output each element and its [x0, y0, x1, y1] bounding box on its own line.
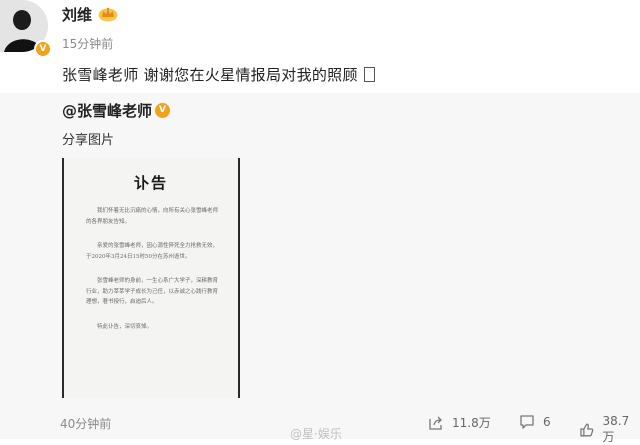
repost-username[interactable]: @张雪峰老师: [62, 100, 152, 121]
obituary-paragraph: 亲爱的张雪峰老师，因心源性猝死全力抢救无效，于2020年3月24日15时50分在…: [86, 241, 218, 262]
repost-card[interactable]: @张雪峰老师 V 分享图片 讣告 我们怀着无比沉痛的心情，向所有关心张雪峰老师的…: [0, 93, 640, 439]
repost-text: 分享图片: [62, 129, 114, 148]
like-count: 38.7万: [603, 414, 640, 445]
verified-badge-icon: V: [34, 40, 52, 58]
repost-image-obituary[interactable]: 讣告 我们怀着无比沉痛的心情，向所有关心张雪峰老师的各界朋友告知。 亲爱的张雪峰…: [62, 158, 240, 398]
obituary-paragraph: 特此讣告，深切哀悼。: [86, 322, 218, 333]
share-button[interactable]: 11.8万: [428, 414, 491, 431]
comment-count: 6: [543, 415, 551, 429]
obituary-title: 讣告: [64, 172, 238, 193]
share-count: 11.8万: [452, 414, 491, 431]
post-text: 张雪峰老师 谢谢您在火星情报局对我的照顾: [62, 64, 375, 85]
share-icon: [428, 415, 444, 431]
obituary-body: 我们怀着无比沉痛的心情，向所有关心张雪峰老师的各界朋友告知。 亲爱的张雪峰老师，…: [86, 206, 218, 346]
post-time[interactable]: 15分钟前: [62, 35, 113, 52]
post-text-content: 张雪峰老师 谢谢您在火星情报局对我的照顾: [62, 66, 358, 84]
comment-button[interactable]: 6: [519, 414, 551, 430]
post-footer: 40分钟前 @星·娱乐 11.8万 6 38.7万: [0, 408, 640, 439]
verified-badge-icon: V: [155, 103, 170, 118]
like-button[interactable]: 38.7万: [579, 414, 640, 445]
obituary-paragraph: 张雪峰老师的身前，一生心系广大学子，深耕教育行业，助力莘莘学子成长为己任，以赤诚…: [86, 276, 218, 308]
obituary-paragraph: 我们怀着无比沉痛的心情，向所有关心张雪峰老师的各界朋友告知。: [86, 206, 218, 227]
unsupported-emoji-box-icon: [364, 67, 375, 82]
comment-icon: [519, 414, 535, 430]
post-username[interactable]: 刘维: [62, 4, 92, 25]
member-crown-icon: [98, 6, 118, 22]
repost-time[interactable]: 40分钟前: [60, 415, 111, 432]
like-thumb-icon: [579, 422, 595, 438]
watermark: @星·娱乐: [290, 425, 342, 442]
weibo-post: V 刘维 15分钟前 张雪峰老师 谢谢您在火星情报局对我的照顾 @张雪峰老师 V…: [0, 0, 640, 439]
